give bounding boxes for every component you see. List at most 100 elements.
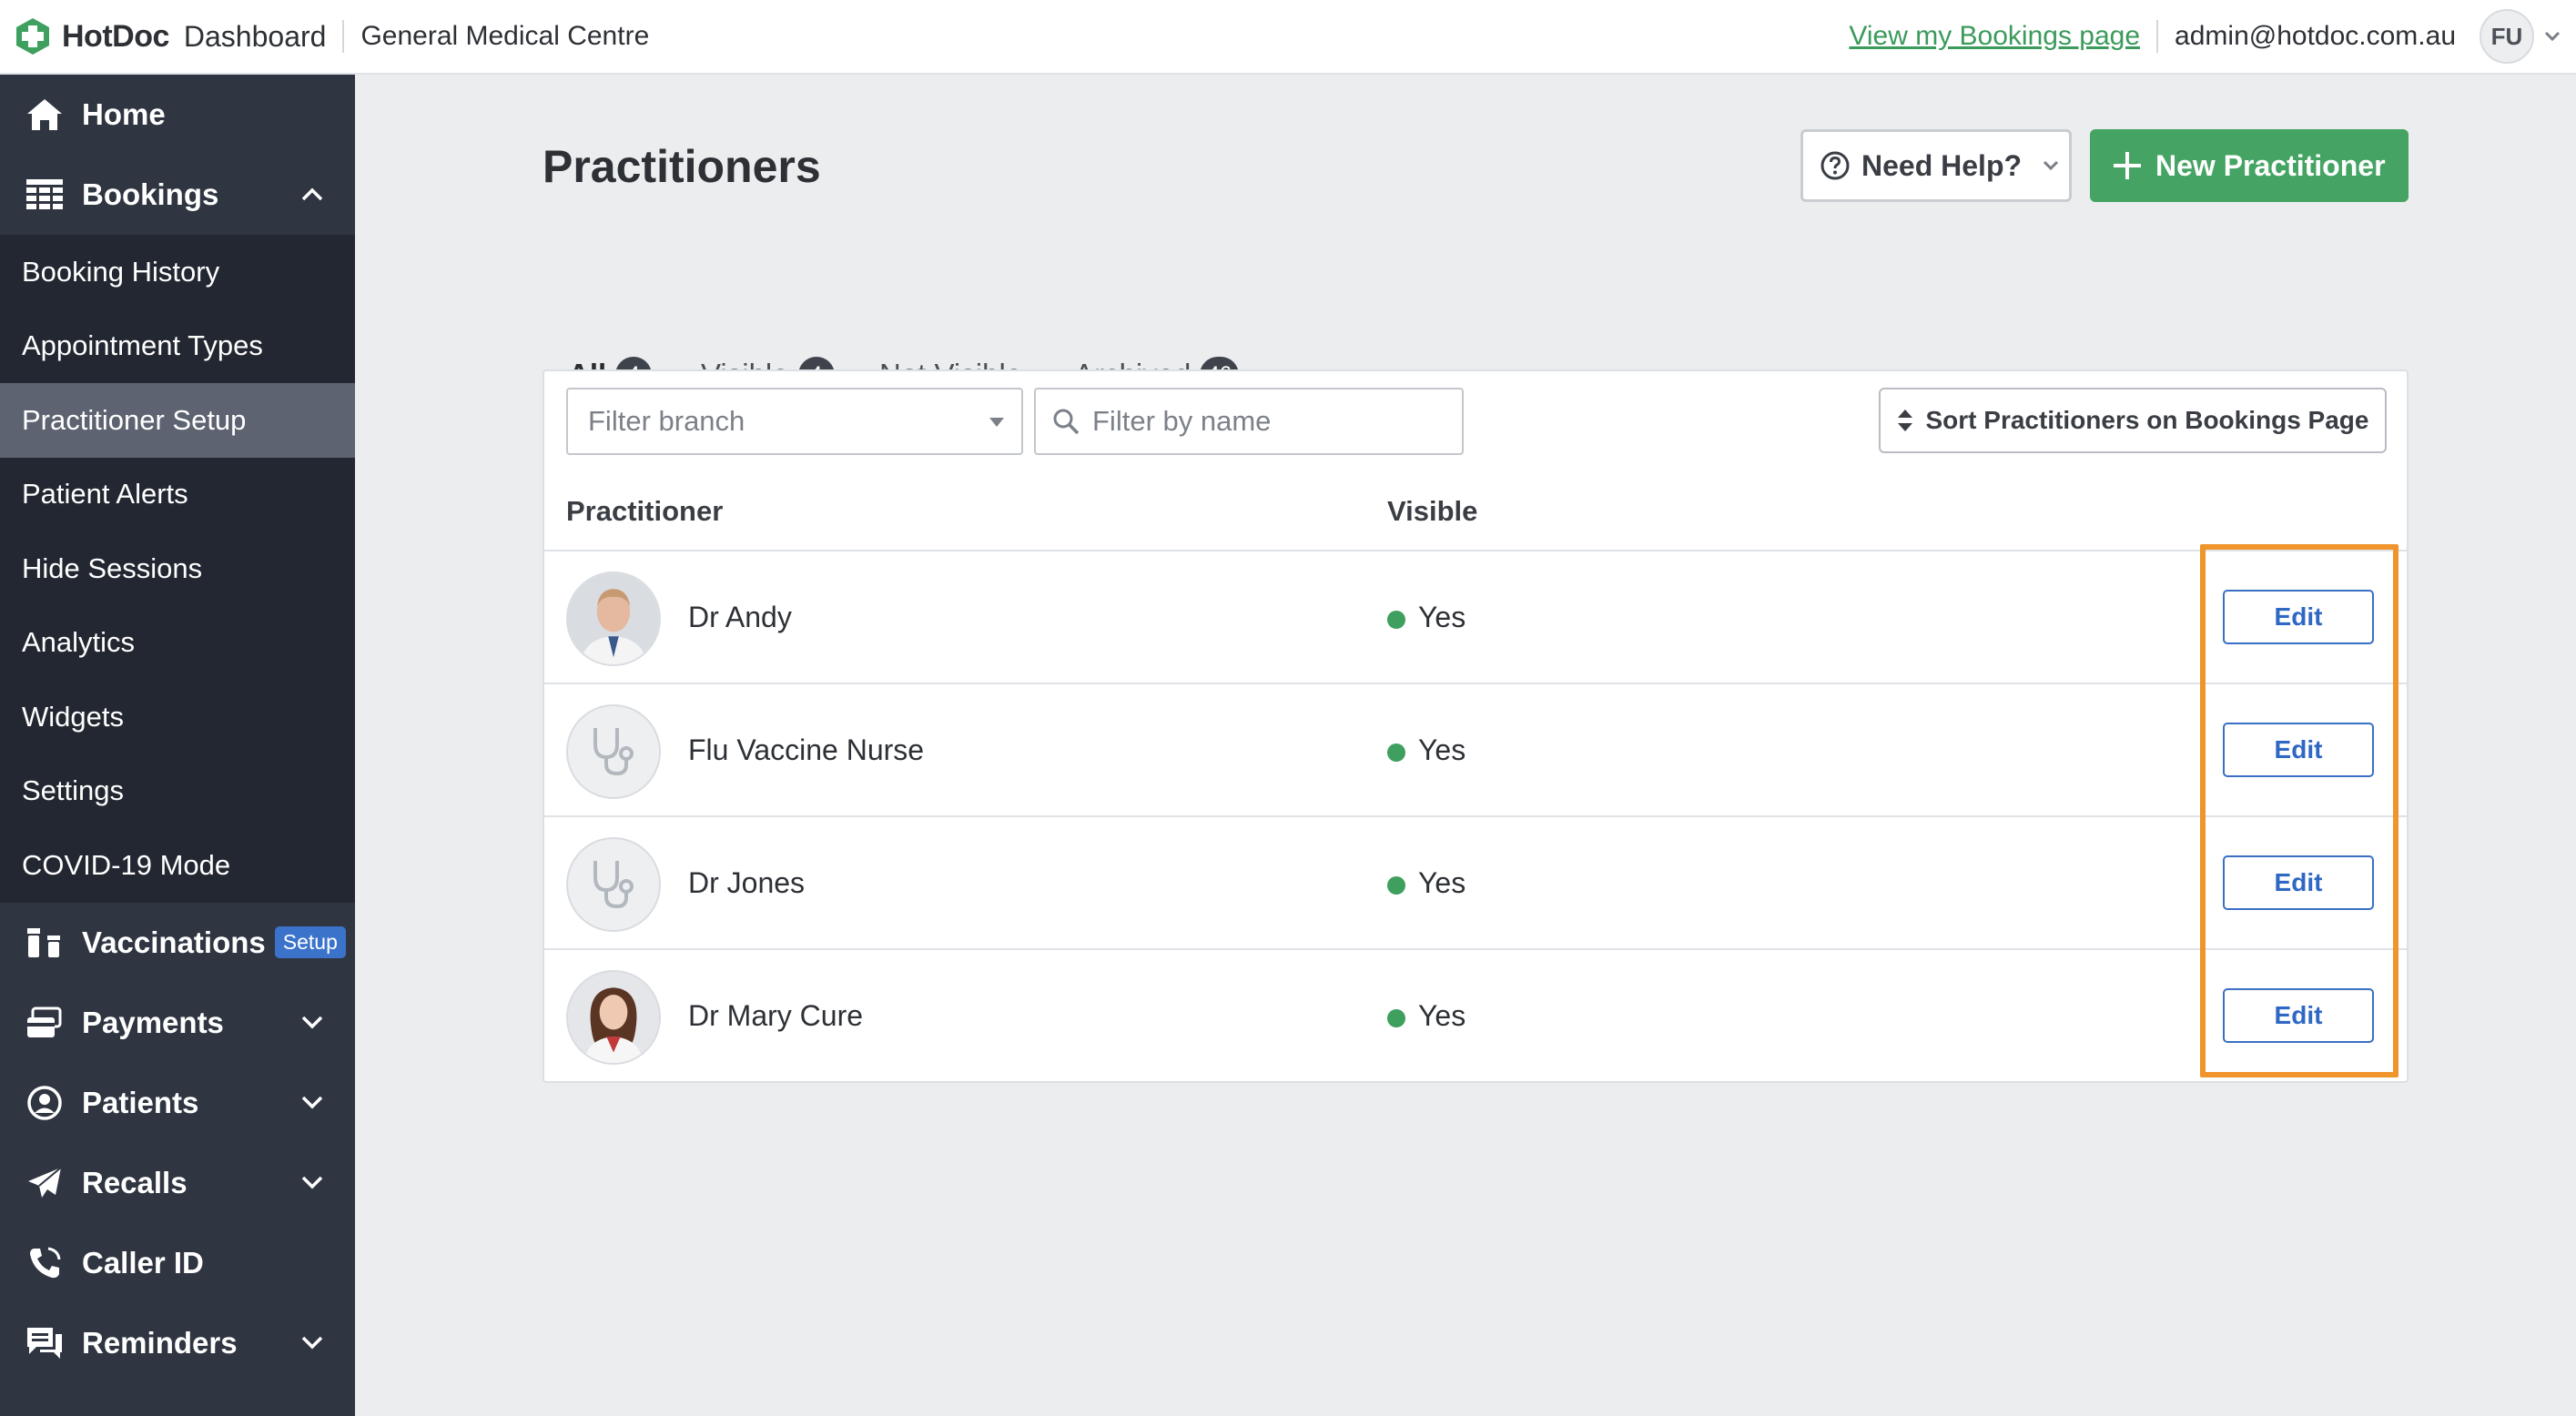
top-right: View my Bookings page admin@hotdoc.com.a…: [1849, 9, 2561, 64]
top-bar: HotDoc Dashboard General Medical Centre …: [0, 0, 2576, 75]
practitioner-name: Dr Jones: [688, 866, 806, 899]
sidebar-item-home[interactable]: Home: [0, 75, 355, 155]
sidebar-item-covid-mode[interactable]: COVID-19 Mode: [0, 828, 355, 903]
visible-status: Yes: [1387, 866, 1465, 900]
sidebar-item-appointment-types[interactable]: Appointment Types: [0, 309, 355, 384]
sort-practitioners-button[interactable]: Sort Practitioners on Bookings Page: [1879, 388, 2387, 453]
man-portrait-icon: [568, 573, 659, 664]
table-row: Flu Vaccine Nurse Yes Edit: [544, 684, 2407, 817]
setup-badge: Setup: [274, 926, 346, 958]
edit-button[interactable]: Edit: [2223, 723, 2374, 777]
sidebar-item-practitioner-setup[interactable]: Practitioner Setup: [0, 383, 355, 458]
visible-status: Yes: [1387, 733, 1465, 767]
sidebar-item-caller-id[interactable]: Caller ID: [0, 1223, 355, 1303]
chevron-down-icon: [301, 1016, 323, 1028]
table-row: Dr Jones Yes Edit: [544, 817, 2407, 950]
sort-practitioners-label: Sort Practitioners on Bookings Page: [1925, 406, 2369, 434]
sidebar-item-payments[interactable]: Payments: [0, 983, 355, 1063]
sidebar-item-label: Payments: [82, 1005, 224, 1039]
sidebar-item-settings[interactable]: Settings: [0, 754, 355, 829]
edit-button[interactable]: Edit: [2223, 988, 2374, 1043]
status-dot: [1387, 610, 1405, 629]
question-circle-icon: [1820, 151, 1850, 180]
home-icon: [24, 94, 66, 136]
need-help-label: Need Help?: [1861, 148, 2023, 182]
column-header-practitioner: Practitioner: [566, 495, 724, 527]
sidebar-item-label: Caller ID: [82, 1245, 204, 1279]
search-icon: [1053, 409, 1080, 435]
visible-value: Yes: [1418, 733, 1466, 766]
sidebar-item-label: Home: [82, 97, 166, 131]
column-header-visible: Visible: [1387, 495, 1478, 527]
brand[interactable]: HotDoc Dashboard: [13, 16, 326, 56]
filter-branch-select[interactable]: Filter branch: [566, 388, 1023, 455]
view-bookings-link[interactable]: View my Bookings page: [1849, 21, 2140, 52]
phone-icon: [24, 1242, 66, 1284]
sidebar: Home Bookings Booking History Appointmen…: [0, 75, 355, 1416]
sidebar-item-recalls[interactable]: Recalls: [0, 1143, 355, 1223]
stethoscope-icon: [593, 728, 634, 776]
chevron-down-icon[interactable]: [2543, 30, 2561, 43]
bookings-submenu: Booking History Appointment Types Practi…: [0, 235, 355, 903]
edit-button[interactable]: Edit: [2223, 590, 2374, 644]
hotdoc-logo-icon: [16, 18, 49, 55]
sidebar-item-label: Reminders: [82, 1325, 238, 1360]
sidebar-item-patient-alerts[interactable]: Patient Alerts: [0, 458, 355, 532]
new-practitioner-label: New Practitioner: [2155, 148, 2386, 182]
sidebar-item-vaccinations[interactable]: Vaccinations Setup: [0, 903, 355, 983]
practitioners-table-card: Filter branch Sort Practitioners on Book…: [543, 369, 2409, 1083]
practitioner-avatar-placeholder: [566, 704, 661, 799]
need-help-button[interactable]: Need Help?: [1800, 129, 2072, 202]
sidebar-item-analytics[interactable]: Analytics: [0, 606, 355, 681]
chevron-up-icon: [301, 187, 323, 201]
practitioner-name: Flu Vaccine Nurse: [688, 733, 925, 766]
chevron-down-icon: [301, 1176, 323, 1188]
practitioner-photo: [566, 970, 661, 1065]
practitioner-photo: [566, 571, 661, 666]
user-avatar[interactable]: FU: [2480, 9, 2534, 64]
chevron-down-icon: [301, 1096, 323, 1108]
calendar-grid-icon: [24, 174, 66, 216]
status-dot: [1387, 875, 1405, 895]
sort-icon: [1897, 410, 1912, 431]
status-dot: [1387, 743, 1405, 762]
woman-portrait-icon: [568, 972, 659, 1063]
practitioner-name: Dr Mary Cure: [688, 999, 864, 1032]
sidebar-item-patients[interactable]: Patients: [0, 1063, 355, 1143]
sidebar-item-label: Vaccinations: [82, 925, 266, 959]
visible-value: Yes: [1418, 999, 1466, 1032]
top-divider: [342, 20, 345, 53]
paper-plane-icon: [24, 1162, 66, 1204]
chevron-down-icon: [301, 1336, 323, 1349]
brand-name: HotDoc: [62, 18, 169, 54]
filter-name-field[interactable]: [1034, 388, 1464, 455]
filter-name-input[interactable]: [1092, 405, 1438, 438]
status-dot: [1387, 1008, 1405, 1027]
payment-card-icon: [24, 1002, 66, 1044]
visible-value: Yes: [1418, 601, 1466, 633]
clinic-name: General Medical Centre: [360, 21, 650, 51]
new-practitioner-button[interactable]: New Practitioner: [2090, 129, 2409, 202]
sidebar-item-bookings[interactable]: Bookings: [0, 155, 355, 235]
chevron-down-icon: [2043, 160, 2059, 171]
practitioner-name: Dr Andy: [688, 601, 792, 633]
sidebar-item-reminders[interactable]: Reminders: [0, 1303, 355, 1383]
user-email: admin@hotdoc.com.au: [2175, 21, 2456, 51]
user-initials: FU: [2490, 22, 2523, 50]
practitioner-avatar-placeholder: [566, 837, 661, 932]
visible-status: Yes: [1387, 601, 1465, 634]
stethoscope-icon: [593, 861, 634, 909]
sidebar-item-hide-sessions[interactable]: Hide Sessions: [0, 531, 355, 606]
filter-branch-placeholder: Filter branch: [588, 405, 745, 437]
main-content: Practitioners Need Help? New Practitione…: [355, 75, 2576, 1416]
sidebar-item-booking-history[interactable]: Booking History: [0, 235, 355, 309]
table-row: Dr Andy Yes Edit: [544, 551, 2407, 684]
sidebar-item-label: Recalls: [82, 1165, 188, 1199]
patient-avatar-icon: [24, 1082, 66, 1124]
sidebar-item-widgets[interactable]: Widgets: [0, 680, 355, 754]
edit-button[interactable]: Edit: [2223, 855, 2374, 910]
vaccine-vials-icon: [24, 922, 66, 964]
sidebar-item-label: Bookings: [82, 177, 219, 211]
triangle-down-icon: [989, 418, 1004, 427]
plus-icon: [2114, 152, 2141, 179]
